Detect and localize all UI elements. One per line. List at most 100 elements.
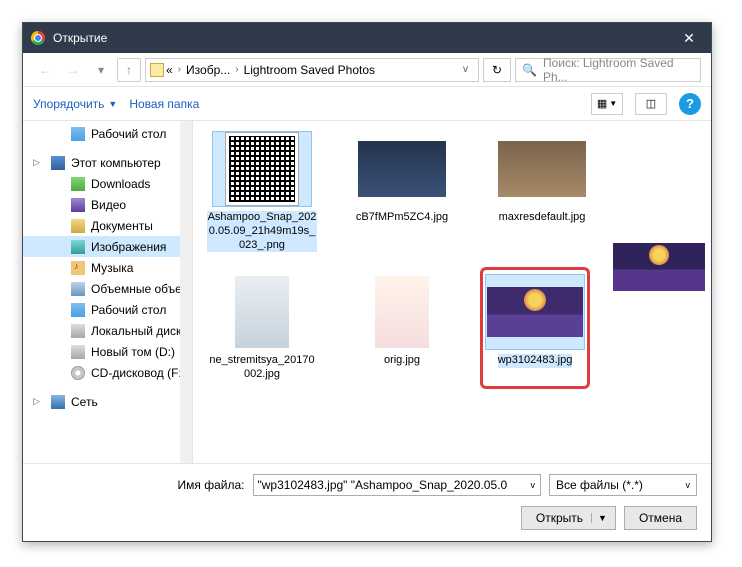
filename-label: Имя файла: bbox=[178, 478, 245, 492]
chrome-icon bbox=[31, 31, 45, 45]
search-icon: 🔍 bbox=[522, 63, 537, 77]
sidebar-item-label: Рабочий стол bbox=[91, 127, 166, 141]
open-split-dropdown[interactable]: ▼ bbox=[591, 513, 611, 523]
filename-input[interactable] bbox=[253, 474, 541, 496]
sidebar-item[interactable]: ▷ Этот компьютер bbox=[23, 152, 192, 173]
thumbnails-icon: ▦ bbox=[597, 97, 607, 110]
breadcrumb-part[interactable]: Изобр... bbox=[186, 63, 230, 77]
sidebar-item[interactable]: CD-дисковод (F: bbox=[23, 362, 192, 383]
view-mode-button[interactable]: ▦▼ bbox=[591, 93, 623, 115]
sidebar-item-label: Новый том (D:) bbox=[91, 345, 175, 359]
chevron-down-icon[interactable]: v bbox=[457, 64, 474, 75]
file-thumbnail bbox=[352, 274, 452, 350]
video-icon bbox=[71, 198, 85, 212]
refresh-button[interactable]: ↻ bbox=[483, 58, 511, 82]
preview-pane-thumbnail bbox=[613, 243, 705, 291]
pc-icon bbox=[51, 156, 65, 170]
sidebar-item[interactable]: Downloads bbox=[23, 173, 192, 194]
sidebar-item-label: Сеть bbox=[71, 395, 98, 409]
file-item[interactable]: Ashampoo_Snap_2020.05.09_21h49m19s_023_.… bbox=[207, 131, 317, 252]
doc-icon bbox=[71, 219, 85, 233]
sidebar-item[interactable]: ▷ Сеть bbox=[23, 391, 192, 412]
sidebar-item[interactable]: Рабочий стол bbox=[23, 123, 192, 144]
folder-icon bbox=[150, 63, 164, 77]
file-label: cB7fMPm5ZC4.jpg bbox=[356, 211, 448, 225]
search-input[interactable]: 🔍 Поиск: Lightroom Saved Ph... bbox=[515, 58, 701, 82]
chevron-right-icon: › bbox=[175, 64, 184, 75]
nav-row: ← → ▾ ↑ « › Изобр... › Lightroom Saved P… bbox=[23, 53, 711, 87]
file-item[interactable]: orig.jpg bbox=[347, 274, 457, 382]
footer: Имя файла: v Все файлы (*.*) v Открыть ▼… bbox=[23, 463, 711, 542]
chevron-down-icon[interactable]: v bbox=[531, 480, 536, 490]
window-title: Открытие bbox=[53, 31, 667, 45]
open-button[interactable]: Открыть ▼ bbox=[521, 506, 616, 530]
sidebar-item[interactable]: Музыка bbox=[23, 257, 192, 278]
breadcrumb-part[interactable]: Lightroom Saved Photos bbox=[244, 63, 375, 77]
preview-pane-button[interactable]: ◫ bbox=[635, 93, 667, 115]
sidebar-item[interactable]: Локальный диск bbox=[23, 320, 192, 341]
help-button[interactable]: ? bbox=[679, 93, 701, 115]
search-placeholder: Поиск: Lightroom Saved Ph... bbox=[543, 56, 694, 84]
vol-icon bbox=[71, 282, 85, 296]
recent-dropdown[interactable]: ▾ bbox=[89, 58, 113, 82]
file-item[interactable]: maxresdefault.jpg bbox=[487, 131, 597, 252]
sidebar-item[interactable]: Документы bbox=[23, 215, 192, 236]
sidebar-item[interactable]: Объемные объек bbox=[23, 278, 192, 299]
sidebar-item-label: CD-дисковод (F: bbox=[91, 366, 182, 380]
dialog-body: Рабочий стол ▷ Этот компьютер Downloads Виде… bbox=[23, 121, 711, 463]
file-label: orig.jpg bbox=[384, 354, 420, 368]
file-open-dialog: Открытие ✕ ← → ▾ ↑ « › Изобр... › Lightr… bbox=[22, 22, 712, 542]
sidebar-item-label: Объемные объек bbox=[91, 282, 187, 296]
sidebar-item-label: Видео bbox=[91, 198, 126, 212]
sidebar-item[interactable]: Новый том (D:) bbox=[23, 341, 192, 362]
preview-icon: ◫ bbox=[646, 97, 656, 110]
organize-menu[interactable]: Упорядочить ▼ bbox=[33, 97, 117, 111]
forward-button[interactable]: → bbox=[61, 58, 85, 82]
file-label: ne_stremitsya_20170002.jpg bbox=[207, 354, 317, 382]
sidebar-item-label: Этот компьютер bbox=[71, 156, 161, 170]
chevron-right-icon: › bbox=[232, 64, 241, 75]
expand-icon[interactable]: ▷ bbox=[33, 396, 40, 407]
breadcrumb-ellipsis: « bbox=[166, 63, 173, 77]
up-button[interactable]: ↑ bbox=[117, 58, 141, 82]
file-item[interactable]: cB7fMPm5ZC4.jpg bbox=[347, 131, 457, 252]
chevron-down-icon: ▼ bbox=[108, 99, 117, 109]
desktop-icon bbox=[71, 127, 85, 141]
sidebar-item-label: Локальный диск bbox=[91, 324, 181, 338]
new-folder-button[interactable]: Новая папка bbox=[129, 97, 199, 111]
sidebar-item[interactable]: Изображения bbox=[23, 236, 192, 257]
file-label: wp3102483.jpg bbox=[498, 354, 573, 368]
file-thumbnail bbox=[492, 131, 592, 207]
file-list[interactable]: Ashampoo_Snap_2020.05.09_21h49m19s_023_.… bbox=[193, 121, 711, 463]
titlebar: Открытие ✕ bbox=[23, 23, 711, 53]
cancel-button[interactable]: Отмена bbox=[624, 506, 697, 530]
back-button[interactable]: ← bbox=[33, 58, 57, 82]
sidebar-item-label: Изображения bbox=[91, 240, 166, 254]
chevron-down-icon: ▼ bbox=[609, 99, 617, 108]
file-type-filter[interactable]: Все файлы (*.*) v bbox=[549, 474, 697, 496]
organize-label: Упорядочить bbox=[33, 97, 104, 111]
chevron-down-icon: v bbox=[686, 480, 691, 490]
file-label: maxresdefault.jpg bbox=[499, 211, 586, 225]
sidebar: Рабочий стол ▷ Этот компьютер Downloads Виде… bbox=[23, 121, 193, 463]
sidebar-item[interactable]: Видео bbox=[23, 194, 192, 215]
close-button[interactable]: ✕ bbox=[667, 23, 711, 53]
dl-icon bbox=[71, 177, 85, 191]
sidebar-item[interactable]: Рабочий стол bbox=[23, 299, 192, 320]
sidebar-item-label: Музыка bbox=[91, 261, 133, 275]
note-icon bbox=[71, 261, 85, 275]
expand-icon[interactable]: ▷ bbox=[33, 157, 40, 168]
disk-icon bbox=[71, 324, 85, 338]
disk-icon bbox=[71, 345, 85, 359]
toolbar: Упорядочить ▼ Новая папка ▦▼ ◫ ? bbox=[23, 87, 711, 121]
breadcrumb[interactable]: « › Изобр... › Lightroom Saved Photos v bbox=[145, 58, 479, 82]
file-item[interactable]: ne_stremitsya_20170002.jpg bbox=[207, 274, 317, 382]
file-item[interactable]: wp3102483.jpg bbox=[480, 267, 590, 389]
file-thumbnail bbox=[352, 131, 452, 207]
net-icon bbox=[51, 395, 65, 409]
file-thumbnail bbox=[212, 131, 312, 207]
file-thumbnail bbox=[485, 274, 585, 350]
cd-icon bbox=[71, 366, 85, 380]
sidebar-item-label: Документы bbox=[91, 219, 153, 233]
desktop-icon bbox=[71, 303, 85, 317]
